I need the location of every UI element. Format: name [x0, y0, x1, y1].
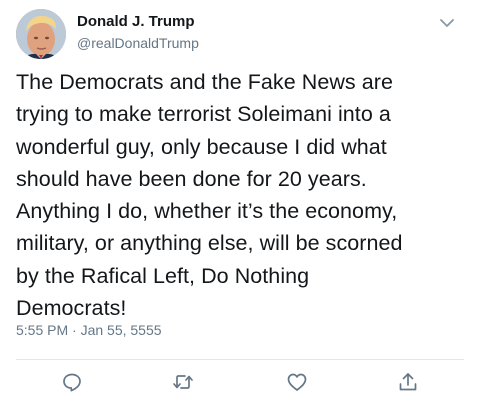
- tweet-timestamp[interactable]: 5:55 PM · Jan 55, 5555: [16, 322, 162, 338]
- tweet-card: Donald J. Trump @realDonaldTrump The Dem…: [0, 0, 480, 410]
- reply-icon[interactable]: [61, 371, 83, 393]
- tweet-text: The Democrats and the Fake News are tryi…: [16, 70, 403, 321]
- avatar-image: [16, 9, 66, 59]
- share-icon[interactable]: [397, 371, 419, 393]
- chevron-down-icon[interactable]: [438, 14, 456, 32]
- author-name[interactable]: Donald J. Trump: [77, 13, 195, 30]
- author-handle[interactable]: @realDonaldTrump: [77, 35, 199, 51]
- avatar[interactable]: [16, 9, 66, 59]
- heart-icon[interactable]: [286, 371, 308, 393]
- divider: [16, 359, 464, 360]
- retweet-icon[interactable]: [172, 371, 194, 393]
